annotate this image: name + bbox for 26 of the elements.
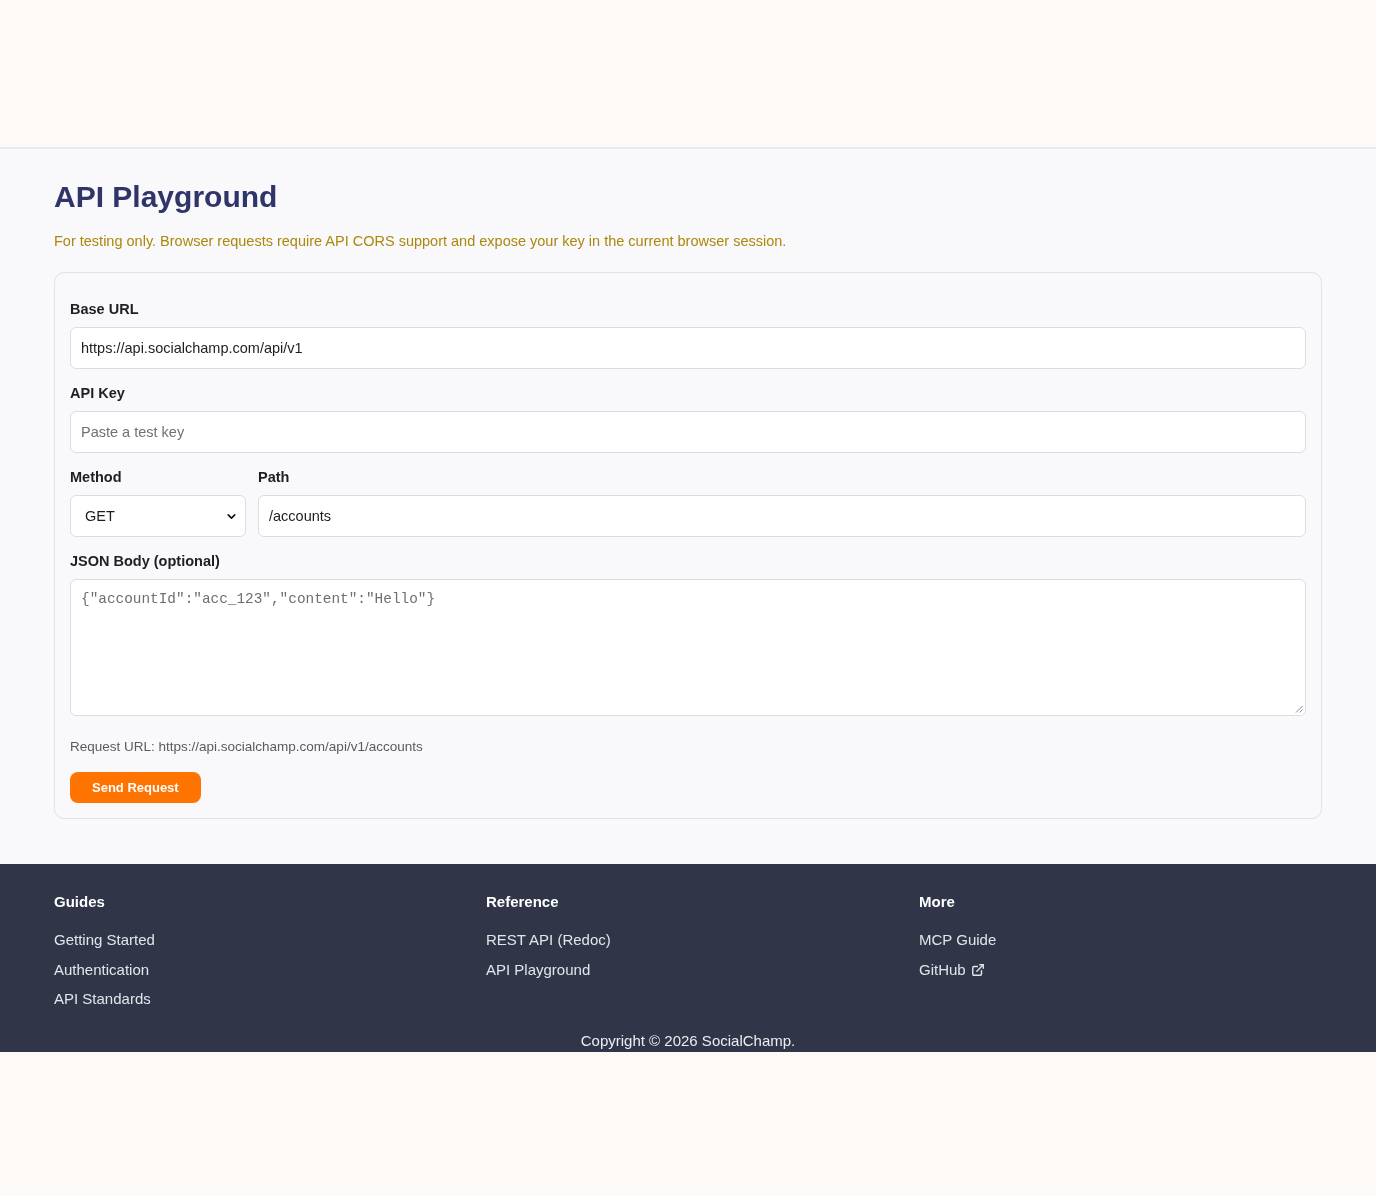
- api-key-input[interactable]: Paste a test key: [70, 411, 1306, 453]
- footer-link[interactable]: REST API (Redoc): [486, 930, 611, 950]
- field-label: Method: [70, 468, 122, 487]
- footer-link[interactable]: API Standards: [54, 989, 151, 1009]
- page-title: API Playground: [54, 179, 278, 215]
- footer-heading: More: [919, 892, 955, 912]
- footer-link[interactable]: Getting Started: [54, 930, 155, 950]
- footer-link[interactable]: API Playground: [486, 959, 591, 980]
- json-body-textarea[interactable]: {"accountId":"acc_123","content":"Hello"}: [70, 579, 1306, 716]
- method-select[interactable]: GET: [70, 495, 246, 537]
- warning-notice: For testing only. Browser requests require API CORS support and expose your key in the current browser session.: [54, 232, 787, 251]
- footer-link[interactable]: Authentication: [54, 959, 150, 980]
- footer-link[interactable]: MCP Guide: [919, 930, 997, 950]
- request-url-text: Request URL: https://api.socialchamp.com/api/v1/accounts: [70, 738, 423, 756]
- external-link-icon: [970, 962, 985, 977]
- field-label: Base URL: [70, 300, 139, 319]
- resize-grip-icon[interactable]: [1295, 705, 1303, 713]
- footer-link[interactable]: GitHub: [919, 959, 985, 980]
- footer-heading: Reference: [486, 892, 559, 912]
- field-label: Path: [258, 468, 290, 487]
- copyright-text: Copyright © 2026 SocialChamp.: [580, 1031, 796, 1051]
- base-url-input[interactable]: https://api.socialchamp.com/api/v1: [70, 327, 1306, 369]
- footer-heading: Guides: [54, 892, 105, 912]
- field-label: API Key: [70, 384, 125, 403]
- path-input[interactable]: /accounts: [258, 495, 1306, 537]
- field-label: JSON Body (optional): [70, 552, 220, 571]
